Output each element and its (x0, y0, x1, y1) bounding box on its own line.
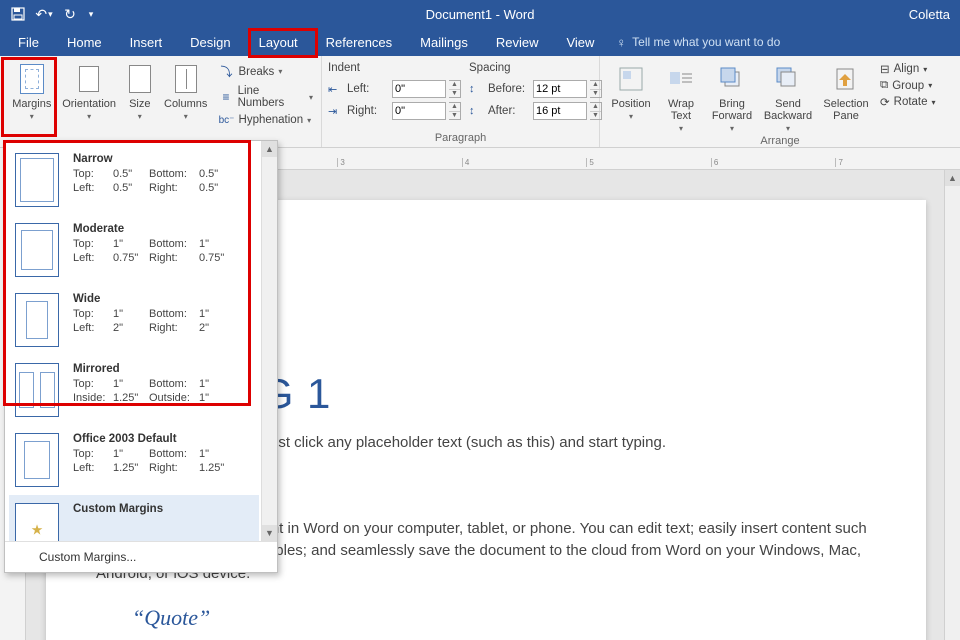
scroll-up-arrow[interactable]: ▲ (945, 170, 960, 186)
align-button[interactable]: ⊟Align▾ (880, 62, 927, 76)
spacing-after-input[interactable] (533, 102, 587, 120)
group-arrange: Position▾ Wrap Text▾ Bring Forward▾ Send… (600, 56, 960, 147)
wrap-text-button[interactable]: Wrap Text▾ (658, 60, 704, 133)
orientation-button[interactable]: Orientation ▾ (60, 60, 119, 121)
indent-right-spin[interactable]: ▲▼ (449, 102, 461, 120)
spacing-before-input[interactable] (533, 80, 587, 98)
undo-button[interactable]: ↶▾ (32, 2, 56, 26)
size-button[interactable]: Size ▾ (121, 60, 159, 121)
margins-option-moderate[interactable]: Moderate Top:1"Bottom:1" Left:0.75"Right… (9, 215, 259, 285)
margins-option-mirrored[interactable]: Mirrored Top:1"Bottom:1" Inside:1.25"Out… (9, 355, 259, 425)
tell-me-placeholder: Tell me what you want to do (632, 35, 780, 49)
user-name: Coletta (909, 7, 960, 22)
margins-thumb-mirrored (15, 363, 59, 417)
breaks-icon: ⤵ (219, 63, 235, 80)
spacing-heading: Spacing (469, 62, 602, 76)
margins-option-office-2003[interactable]: Office 2003 Default Top:1"Bottom:1" Left… (9, 425, 259, 495)
indent-right-icon: ⇥ (328, 105, 344, 118)
indent-left-input[interactable] (392, 80, 446, 98)
scroll-down-icon[interactable]: ▼ (262, 525, 277, 541)
ribbon-tabs: File Home Insert Design Layout Reference… (0, 28, 960, 56)
align-icon: ⊟ (880, 62, 890, 76)
selection-pane-button[interactable]: Selection Pane (818, 60, 874, 122)
indent-left-spin[interactable]: ▲▼ (449, 80, 461, 98)
group-icon: ⧉ (880, 79, 888, 92)
hyphenation-button[interactable]: bc⁻ Hyphenation▾ (217, 113, 315, 127)
tab-home[interactable]: Home (53, 29, 116, 56)
selection-pane-icon (833, 62, 859, 96)
line-numbers-icon: ≡ (219, 90, 234, 104)
margins-thumb-narrow (15, 153, 59, 207)
lightbulb-icon: ♀ (616, 35, 626, 50)
margins-dropdown: Narrow Top:0.5"Bottom:0.5" Left:0.5"Righ… (4, 140, 278, 573)
spacing-after-icon: ↕ (469, 105, 485, 117)
group-label-paragraph: Paragraph (328, 130, 593, 147)
tab-references[interactable]: References (312, 29, 406, 56)
tab-mailings[interactable]: Mailings (406, 29, 482, 56)
columns-icon (175, 62, 197, 96)
margins-thumb-custom (15, 503, 59, 541)
margins-option-narrow[interactable]: Narrow Top:0.5"Bottom:0.5" Left:0.5"Righ… (9, 145, 259, 215)
qat-customize[interactable]: ▾ (84, 2, 98, 26)
breaks-button[interactable]: ⤵ Breaks▾ (217, 62, 315, 81)
tab-view[interactable]: View (552, 29, 608, 56)
columns-button[interactable]: Columns ▾ (161, 60, 211, 121)
margins-thumb-wide (15, 293, 59, 347)
bring-forward-button[interactable]: Bring Forward▾ (706, 60, 758, 133)
margins-button[interactable]: Margins ▾ (6, 60, 58, 121)
tab-layout[interactable]: Layout (245, 29, 312, 56)
custom-margins-menu-item[interactable]: Custom Margins... (5, 541, 277, 572)
margins-icon (20, 62, 44, 96)
save-button[interactable] (6, 2, 30, 26)
margins-option-custom[interactable]: Custom Margins (9, 495, 259, 541)
wrap-text-icon (668, 62, 694, 96)
send-backward-button[interactable]: Send Backward▾ (760, 60, 816, 133)
group-paragraph: Indent ⇤ Left: ▲▼ ⇥ Right: ▲▼ (322, 56, 600, 147)
scroll-up-icon[interactable]: ▲ (262, 141, 277, 157)
tab-file[interactable]: File (4, 29, 53, 56)
tell-me-search[interactable]: ♀ Tell me what you want to do (616, 35, 780, 50)
redo-button[interactable]: ↻ (58, 2, 82, 26)
position-button[interactable]: Position▾ (606, 60, 656, 121)
margins-thumb-office (15, 433, 59, 487)
document-title: Document1 - Word (426, 7, 535, 22)
hyphenation-icon: bc⁻ (219, 115, 235, 126)
indent-heading: Indent (328, 62, 461, 76)
indent-right-input[interactable] (392, 102, 446, 120)
save-icon (11, 7, 25, 21)
group-page-setup: Margins ▾ Orientation ▾ Size ▾ Columns ▾… (0, 56, 322, 147)
quick-access-toolbar: ↶▾ ↻ ▾ (0, 2, 98, 26)
tab-review[interactable]: Review (482, 29, 553, 56)
vertical-scrollbar[interactable]: ▲ (944, 170, 960, 640)
group-button[interactable]: ⧉Group▾ (880, 79, 932, 92)
quote-text[interactable]: “Quote” (132, 605, 876, 631)
title-bar: ↶▾ ↻ ▾ Document1 - Word Coletta (0, 0, 960, 28)
margins-option-wide[interactable]: Wide Top:1"Bottom:1" Left:2"Right:2" (9, 285, 259, 355)
ribbon: Margins ▾ Orientation ▾ Size ▾ Columns ▾… (0, 56, 960, 148)
undo-icon: ↶ (35, 6, 47, 23)
redo-icon: ↻ (64, 6, 76, 23)
orientation-icon (79, 62, 99, 96)
tab-design[interactable]: Design (176, 29, 244, 56)
margins-panel-scrollbar[interactable]: ▲ ▼ (261, 141, 277, 541)
rotate-icon: ⟳ (880, 95, 890, 109)
tab-insert[interactable]: Insert (116, 29, 177, 56)
spacing-before-icon: ↕ (469, 83, 485, 95)
line-numbers-button[interactable]: ≡ Line Numbers▾ (217, 84, 315, 110)
bring-forward-icon (719, 62, 745, 96)
position-icon (618, 62, 644, 96)
rotate-button[interactable]: ⟳Rotate▾ (880, 95, 936, 109)
indent-left-icon: ⇤ (328, 83, 344, 96)
margins-thumb-moderate (15, 223, 59, 277)
size-icon (129, 62, 151, 96)
send-backward-icon (775, 62, 801, 96)
